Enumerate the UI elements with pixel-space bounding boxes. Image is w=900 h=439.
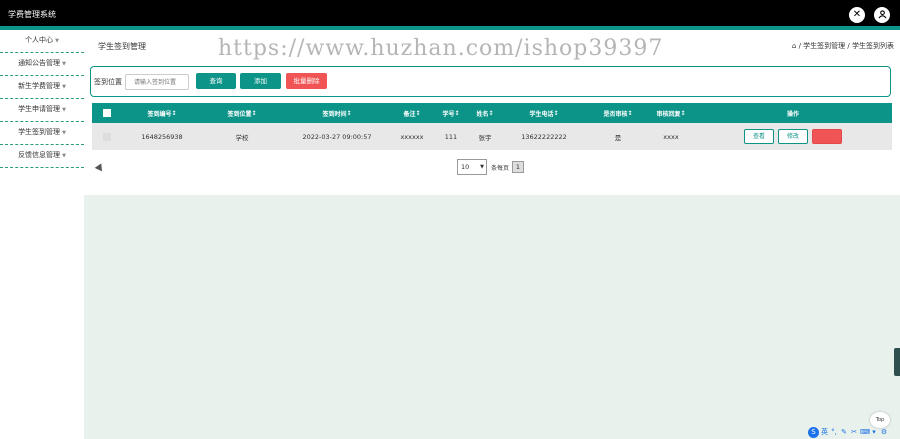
sidebar-item-label: 通知公告管理 [18,59,61,67]
search-input[interactable] [125,74,189,90]
column-header-label: 姓名 [476,110,489,118]
checkin-table: 签到编号 ↕ 签到位置 ↕ 签到时间 ↕ 备注 ↕ 学号 ↕ 姓名 ↕ 学生电话 ↕ 是否审核… [92,103,892,150]
watermark: https://www.huzhan.com/ishop39397 [218,36,664,61]
page-size-value: 10 [461,163,470,171]
search-bar: 签到位置 查询 添加 批量删除 [90,66,891,97]
close-icon[interactable]: ✕ [849,7,865,23]
ime-language-label[interactable]: 英 [821,427,828,437]
sidebar-item-personal-center[interactable]: 个人中心 ▼ [0,30,84,53]
user-icon[interactable] [874,7,890,23]
keyboard-icon[interactable]: ⌨ [860,428,870,436]
sidebar-item-label: 反馈信息管理 [18,151,61,159]
tools-icon[interactable]: ✂ [850,428,858,436]
column-header-label: 审核回复 [656,110,681,118]
select-all-cell [92,103,122,123]
sidebar: 个人中心 ▼ 通知公告管理 ▼ 新生学费管理 ▼ 学生申请管理 ▼ 学生签到管理 ▼ 反馈… [0,30,84,439]
column-header-label: 签到编号 [147,110,172,118]
sort-icon: ↕ [171,109,177,117]
row-select-cell [92,123,122,150]
chevron-down-icon: ▼ [62,61,66,67]
sidebar-item-label: 个人中心 [25,36,54,44]
table-row: 1648256938 学校 2022-03-27 09:00:57 xxxxxx… [92,123,892,150]
table-cell: 张宇 [478,133,492,142]
table-cell: 1648256938 [141,132,183,141]
sidebar-item-checkin[interactable]: 学生签到管理 ▼ [0,122,84,145]
column-header[interactable]: 审核回复 ↕ [648,103,694,123]
sidebar-item-label: 学生申请管理 [18,105,61,113]
pen-icon[interactable]: ✎ [840,428,848,436]
table-cell: xxxx [663,132,679,141]
sort-icon: ↕ [488,109,494,117]
column-header[interactable]: 备注 ↕ [392,103,432,123]
sidebar-item-notices[interactable]: 通知公告管理 ▼ [0,53,84,76]
sidebar-item-applications[interactable]: 学生申请管理 ▼ [0,99,84,122]
ime-toolbar: S 英 °, ✎ ✂ ⌨ ▾ ⚙ [808,426,900,438]
settings-icon[interactable]: ⚙ [880,428,888,436]
view-button[interactable]: 查看 [744,129,774,144]
column-header-label: 学号 [442,110,455,118]
query-button[interactable]: 查询 [196,73,236,89]
chevron-down-icon: ▼ [480,164,484,170]
sidebar-item-tuition[interactable]: 新生学费管理 ▼ [0,76,84,99]
column-header-label: 备注 [403,110,416,118]
chevron-down-icon: ▼ [55,38,59,44]
column-header[interactable]: 学号 ↕ [432,103,470,123]
table-cell: 13622222222 [521,132,567,141]
breadcrumb-text: / 学生签到管理 / 学生签到列表 [798,42,894,50]
table-cell: 是 [614,133,622,142]
skin-icon[interactable]: ▾ [870,428,878,436]
column-header-label: 操作 [786,110,799,118]
table-cell: 111 [444,132,458,141]
top-bar: 学费管理系统 ✕ [0,0,900,29]
delete-button[interactable]: 删除 [812,129,842,144]
add-button[interactable]: 添加 [240,73,281,89]
chevron-down-icon: ▼ [62,84,66,90]
column-header-label: 学生电话 [529,110,554,118]
ime-logo-icon[interactable]: S [808,426,819,438]
chevron-down-icon: ▼ [62,153,66,159]
column-header: 操作 [694,103,892,123]
punctuation-icon[interactable]: °, [830,428,838,436]
sort-icon: ↕ [415,109,421,117]
page-number-button[interactable]: 1 [512,161,524,173]
table-cell: 2022-03-27 09:00:57 [302,132,372,141]
edit-button[interactable]: 修改 [778,129,808,144]
sort-icon: ↕ [553,109,559,117]
sort-icon: ↕ [627,109,633,117]
column-header[interactable]: 签到位置 ↕ [202,103,282,123]
sidebar-item-label: 学生签到管理 [18,128,61,136]
side-drawer-handle[interactable] [894,348,900,376]
sort-icon: ↕ [251,109,257,117]
column-header[interactable]: 姓名 ↕ [470,103,500,123]
home-icon[interactable]: ⌂ [792,42,796,50]
table-cell: xxxxxx [400,132,424,141]
select-all-checkbox[interactable] [103,109,111,117]
search-label: 签到位置 [94,78,122,86]
column-header-label: 签到时间 [322,110,347,118]
column-header[interactable]: 是否审核 ↕ [588,103,648,123]
sort-icon: ↕ [454,109,460,117]
column-header-label: 签到位置 [227,110,252,118]
column-header[interactable]: 学生电话 ↕ [500,103,588,123]
sort-icon: ↕ [680,109,686,117]
table-header: 签到编号 ↕ 签到位置 ↕ 签到时间 ↕ 备注 ↕ 学号 ↕ 姓名 ↕ 学生电话 ↕ 是否审核… [92,103,892,123]
breadcrumb: ⌂ / 学生签到管理 / 学生签到列表 [792,41,894,51]
app-title: 学费管理系统 [8,10,56,19]
page-size-select[interactable]: 10 ▼ [457,159,487,175]
row-checkbox[interactable] [103,132,111,141]
table-cell: 学校 [235,133,249,142]
column-header[interactable]: 签到编号 ↕ [122,103,202,123]
sidebar-item-label: 新生学费管理 [18,82,61,90]
sidebar-item-feedback[interactable]: 反馈信息管理 ▼ [0,145,84,168]
page-title: 学生签到管理 [98,42,146,51]
column-header[interactable]: 签到时间 ↕ [282,103,392,123]
per-page-label: 条每页 [491,165,510,172]
column-header-label: 是否审核 [603,110,628,118]
chevron-down-icon: ▼ [62,130,66,136]
sort-icon: ↕ [346,109,352,117]
batch-delete-button[interactable]: 批量删除 [286,73,327,89]
chevron-down-icon: ▼ [62,107,66,113]
